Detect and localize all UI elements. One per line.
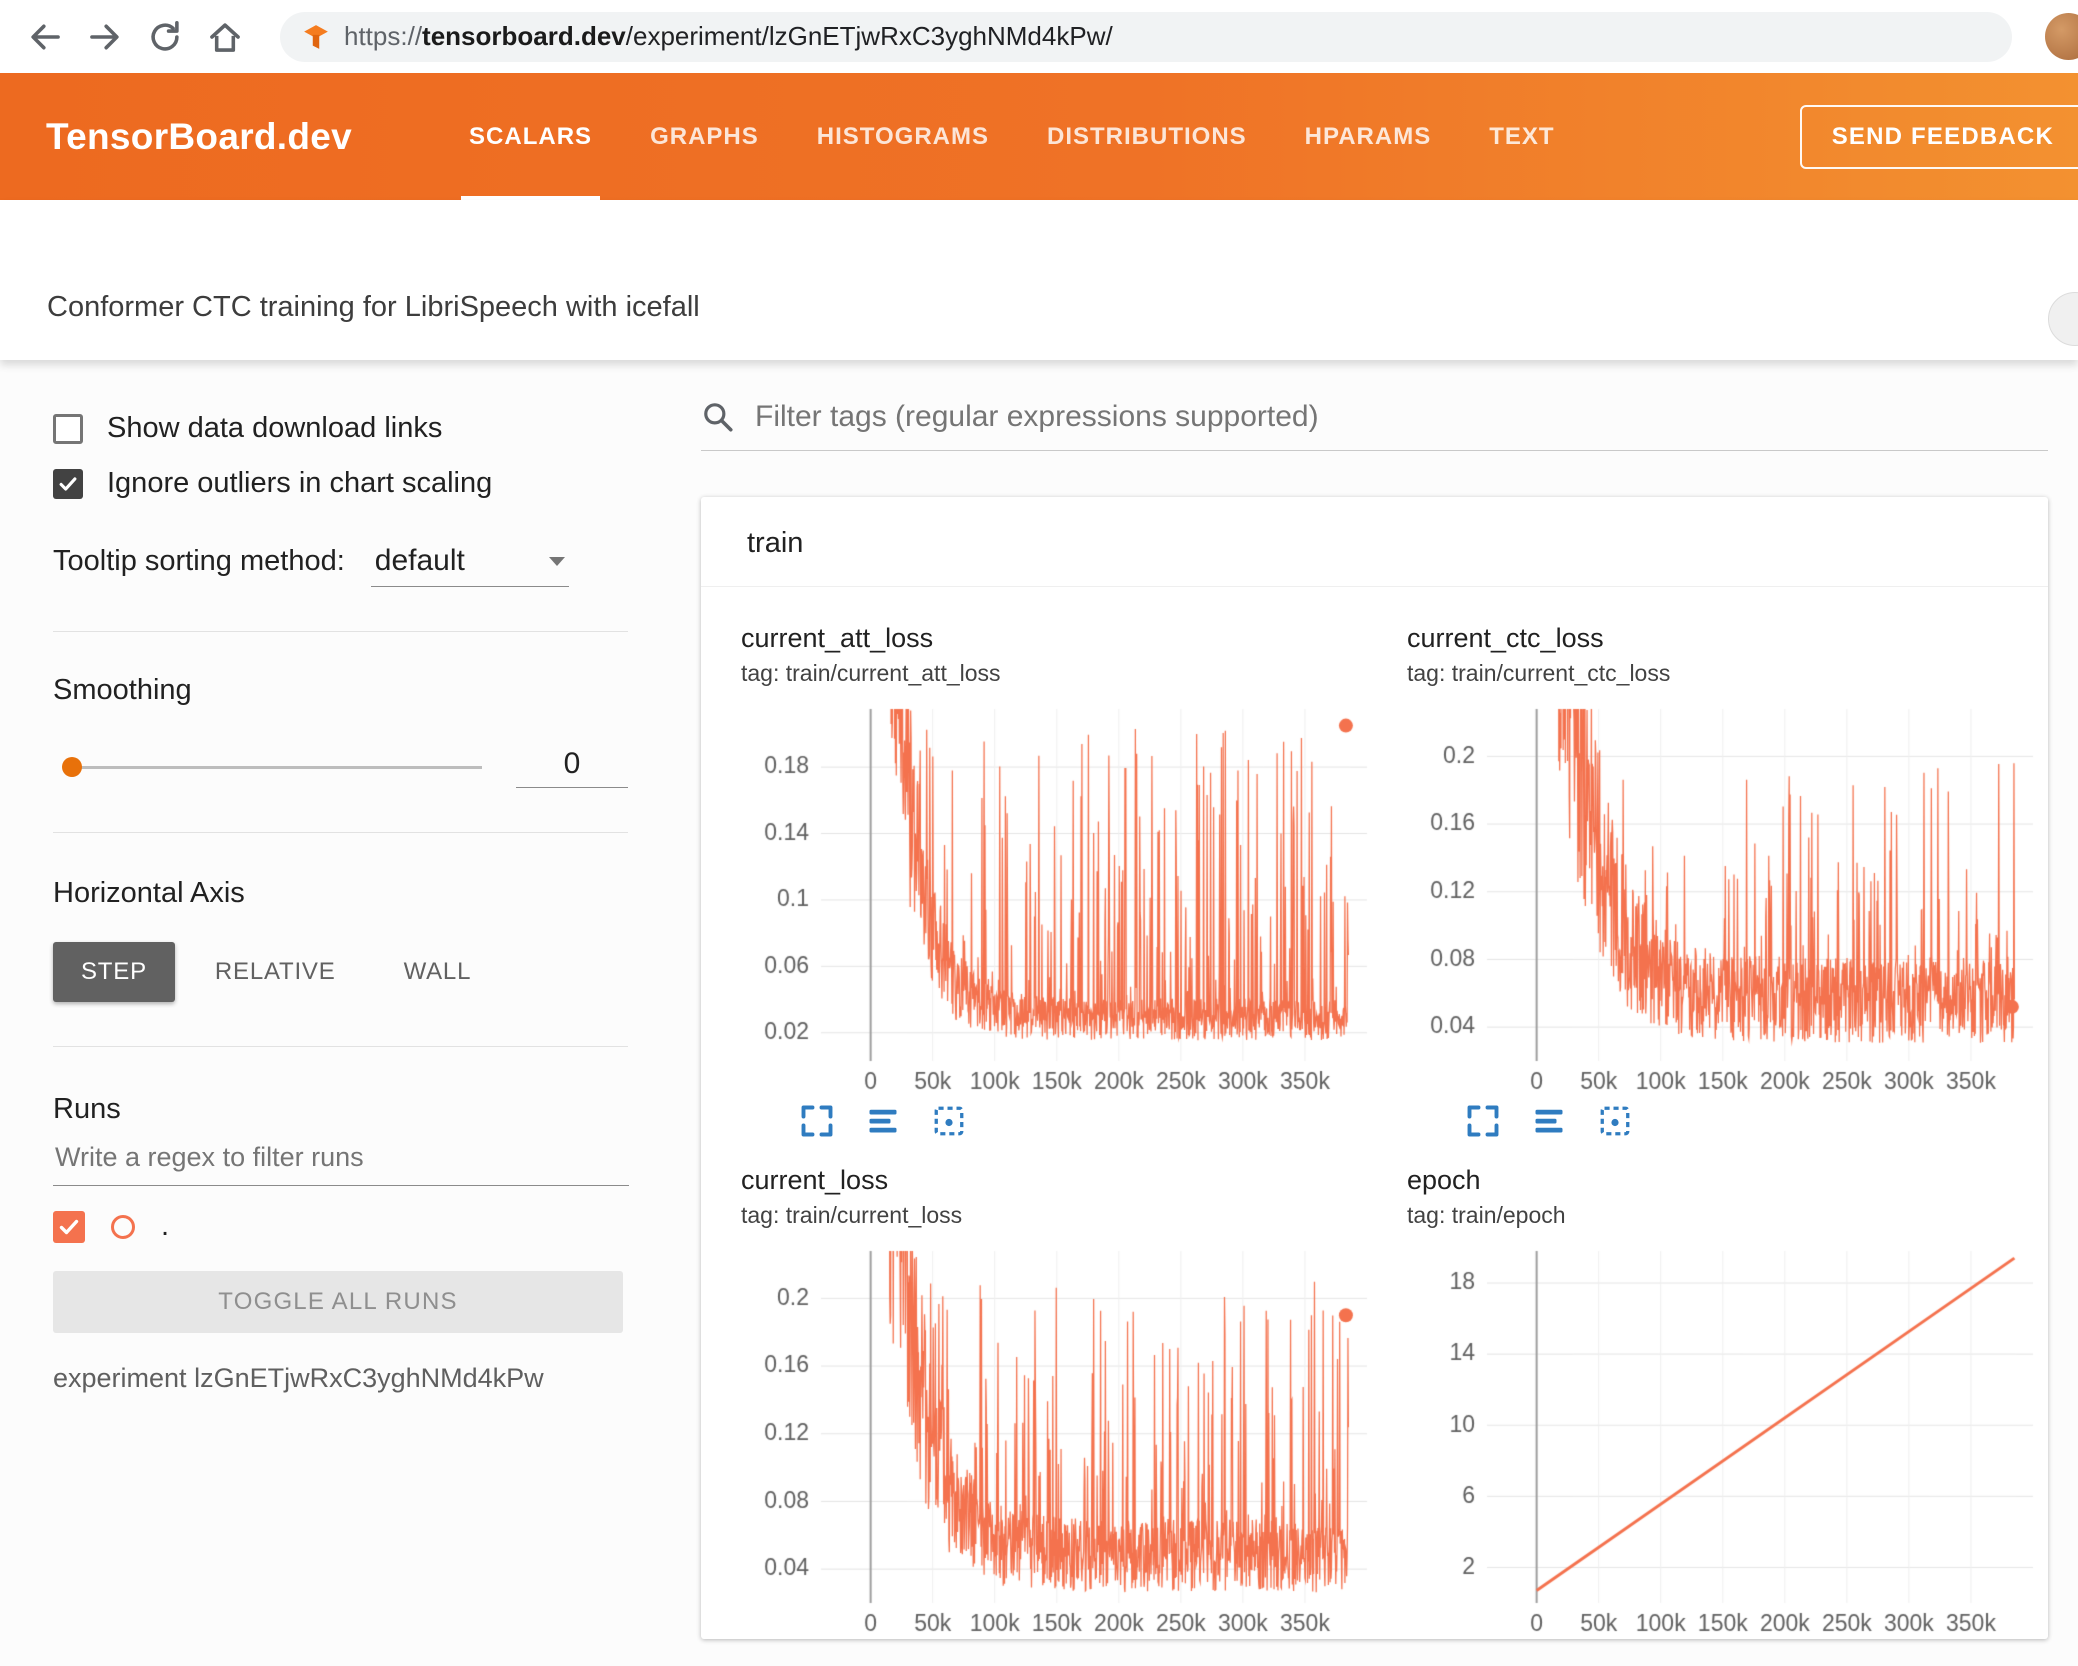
tag-group-title[interactable]: train <box>701 497 2048 587</box>
divider <box>53 631 628 632</box>
search-icon <box>701 400 735 434</box>
axis-wall-button[interactable]: WALL <box>376 942 500 1002</box>
show-download-links-label: Show data download links <box>107 412 443 444</box>
smoothing-section: Smoothing <box>53 674 636 788</box>
axis-step-button[interactable]: STEP <box>53 942 175 1002</box>
show-download-links-checkbox-row[interactable]: Show data download links <box>53 412 636 445</box>
run-color-circle-icon[interactable] <box>111 1214 135 1239</box>
chevron-down-icon <box>548 556 565 566</box>
train-card: train current_att_loss tag: train/curren… <box>701 497 2048 1639</box>
run-name: . <box>161 1210 170 1242</box>
url-domain: tensorboard.dev <box>422 21 626 51</box>
url-text: https://tensorboard.dev/experiment/lzGnE… <box>344 21 1113 52</box>
smoothing-value-input[interactable] <box>516 747 628 788</box>
toggle-all-runs-button[interactable]: TOGGLE ALL RUNS <box>53 1271 623 1333</box>
url-path: /experiment/lzGnETjwRxC3yghNMd4kPw/ <box>625 21 1113 51</box>
experiment-id-label: experiment lzGnETjwRxC3yghNMd4kPw <box>53 1363 544 1393</box>
back-icon[interactable] <box>26 18 64 56</box>
line-chart-canvas[interactable] <box>741 697 1381 1097</box>
chart-tag: tag: train/current_ctc_loss <box>1407 660 1671 686</box>
chart-current-ctc-loss: current_ctc_loss tag: train/current_ctc_… <box>1407 623 2055 1139</box>
tab-scalars[interactable]: SCALARS <box>440 73 621 200</box>
url-scheme: https:// <box>344 21 423 51</box>
run-checkbox-checked-icon[interactable] <box>53 1210 85 1243</box>
fit-domain-icon[interactable] <box>931 1103 967 1139</box>
tensorboard-favicon <box>302 23 330 51</box>
chart-current-loss: current_loss tag: train/current_loss <box>741 1165 1389 1639</box>
chart-title: current_att_loss <box>741 623 934 653</box>
tab-hparams[interactable]: HPARAMS <box>1276 73 1461 200</box>
runs-filter-input[interactable] <box>53 1126 629 1186</box>
line-chart-canvas[interactable] <box>741 1239 1381 1639</box>
charts-grid: current_att_loss tag: train/current_att_… <box>701 587 2048 1639</box>
app-header: TensorBoard.dev SCALARS GRAPHS HISTOGRAM… <box>0 73 2078 200</box>
line-chart-canvas[interactable] <box>1407 1239 2047 1639</box>
checkbox-unchecked-icon[interactable] <box>53 413 83 444</box>
chart-title: current_loss <box>741 1165 889 1195</box>
send-feedback-button[interactable]: SEND FEEDBACK <box>1799 104 2078 169</box>
axis-relative-button[interactable]: RELATIVE <box>187 942 364 1002</box>
horizontal-axis-section: Horizontal Axis STEP RELATIVE WALL <box>53 877 636 1002</box>
help-button[interactable] <box>2048 292 2078 346</box>
chart-toolbar <box>1465 1103 2055 1139</box>
view-data-icon[interactable] <box>1531 1103 1567 1139</box>
chart-title: epoch <box>1407 1165 1481 1195</box>
tab-histograms[interactable]: HISTOGRAMS <box>788 73 1018 200</box>
tooltip-sorting-value: default <box>374 544 465 577</box>
browser-chrome: https://tensorboard.dev/experiment/lzGnE… <box>0 0 2078 73</box>
horizontal-axis-label: Horizontal Axis <box>53 877 245 909</box>
content: Show data download links Ignore outliers… <box>0 360 2078 1666</box>
view-data-icon[interactable] <box>865 1103 901 1139</box>
tab-graphs[interactable]: GRAPHS <box>621 73 788 200</box>
runs-section: Runs . TOGGLE ALL RUNS experiment lzGnET… <box>53 1093 636 1394</box>
chart-epoch: epoch tag: train/epoch <box>1407 1165 2055 1639</box>
smoothing-slider-knob[interactable] <box>62 757 82 777</box>
tooltip-sorting-row: Tooltip sorting method: default <box>53 544 636 587</box>
smoothing-slider[interactable] <box>62 757 482 777</box>
filter-tags-row <box>701 400 2048 451</box>
divider <box>53 832 628 833</box>
tab-distributions[interactable]: DISTRIBUTIONS <box>1018 73 1276 200</box>
tab-text[interactable]: TEXT <box>1460 73 1583 200</box>
chart-current-att-loss: current_att_loss tag: train/current_att_… <box>741 623 1389 1139</box>
chart-title: current_ctc_loss <box>1407 623 1604 653</box>
browser-avatar[interactable] <box>2045 13 2078 60</box>
checkbox-checked-icon[interactable] <box>53 468 83 499</box>
reload-icon[interactable] <box>146 18 184 56</box>
main-panel: train current_att_loss tag: train/curren… <box>636 360 2078 1666</box>
tooltip-sorting-select[interactable]: default <box>370 544 569 587</box>
runs-label: Runs <box>53 1093 121 1125</box>
fit-domain-icon[interactable] <box>1597 1103 1633 1139</box>
brand-logo: TensorBoard.dev <box>46 115 353 157</box>
divider <box>53 1046 628 1047</box>
expand-chart-icon[interactable] <box>1465 1103 1501 1139</box>
tooltip-sorting-label: Tooltip sorting method: <box>53 545 345 577</box>
expand-chart-icon[interactable] <box>799 1103 835 1139</box>
forward-icon[interactable] <box>86 18 124 56</box>
chart-toolbar <box>799 1103 1389 1139</box>
smoothing-label: Smoothing <box>53 674 192 706</box>
chart-tag: tag: train/current_loss <box>741 1202 963 1228</box>
nav-tabs: SCALARS GRAPHS HISTOGRAMS DISTRIBUTIONS … <box>440 73 1584 200</box>
settings-sidebar: Show data download links Ignore outliers… <box>0 360 636 1666</box>
home-icon[interactable] <box>206 18 244 56</box>
ignore-outliers-checkbox-row[interactable]: Ignore outliers in chart scaling <box>53 467 636 500</box>
experiment-title-bar: Conformer CTC training for LibriSpeech w… <box>0 200 2078 360</box>
experiment-title: Conformer CTC training for LibriSpeech w… <box>47 291 700 323</box>
ignore-outliers-label: Ignore outliers in chart scaling <box>107 467 493 499</box>
address-bar[interactable]: https://tensorboard.dev/experiment/lzGnE… <box>280 11 2012 62</box>
filter-tags-input[interactable] <box>755 400 2048 434</box>
line-chart-canvas[interactable] <box>1407 697 2047 1097</box>
run-row[interactable]: . <box>53 1210 636 1243</box>
chart-tag: tag: train/current_att_loss <box>741 660 1001 686</box>
chart-tag: tag: train/epoch <box>1407 1202 1566 1228</box>
